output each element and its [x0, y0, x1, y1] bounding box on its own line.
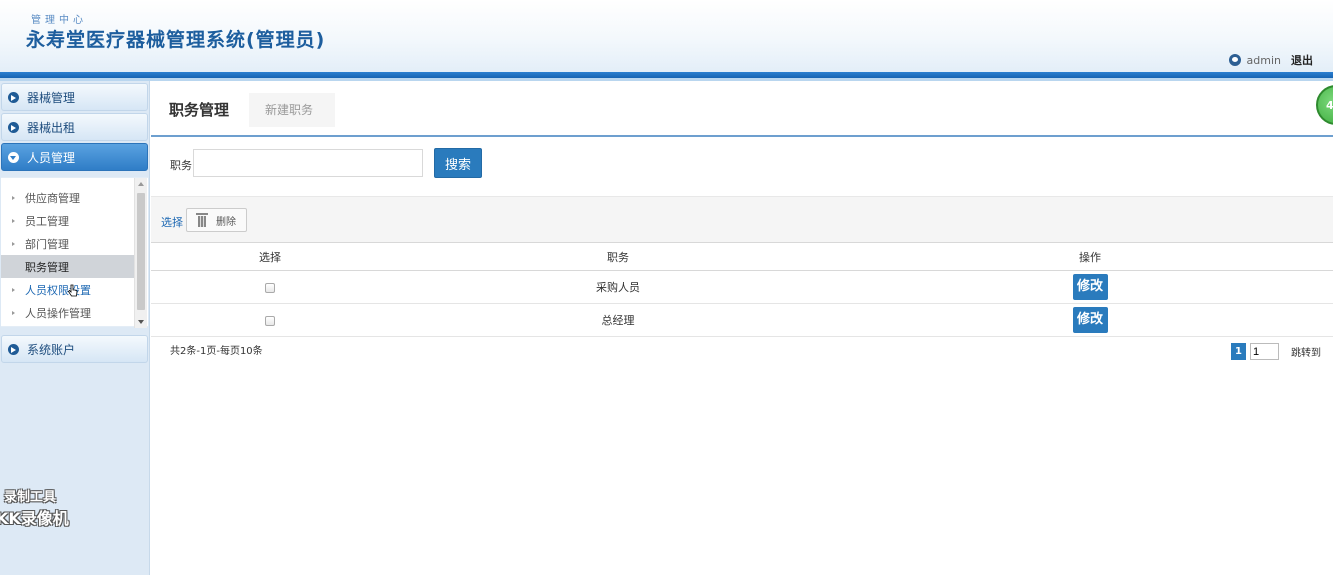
action-cell: 修改 — [847, 303, 1333, 337]
scroll-down-icon[interactable] — [138, 320, 144, 324]
sidebar-item-label: 人员权限设置 — [25, 283, 91, 297]
table-row: 总经理 修改 — [151, 303, 1333, 337]
row-select-cell — [151, 270, 389, 304]
positions-table: 选择 职务 操作 采购人员 修改 总经理 修改 — [151, 242, 1333, 337]
arrow-right-icon — [8, 91, 19, 103]
edit-button[interactable]: 修改 — [1072, 307, 1108, 333]
sidebar-item-position[interactable]: 职务管理 — [1, 255, 134, 278]
column-header-action: 操作 — [847, 242, 1333, 271]
sidebar-group-label: 系统账户 — [27, 342, 76, 357]
submenu-list: 供应商管理 员工管理 部门管理 职务管理 人员权限设置 人员操作管理 — [1, 186, 134, 324]
row-select-cell — [151, 303, 389, 337]
pagination-summary: 共2条-1页-每页10条 — [170, 346, 263, 357]
sidebar-item-label: 职务管理 — [25, 260, 69, 274]
table-toolbar: 选择 删除 — [151, 196, 1333, 242]
app-header: 管理中心 永寿堂医疗器械管理系统(管理员) admin 退出 — [0, 0, 1333, 72]
tab-new-position[interactable]: 新建职务 — [249, 93, 335, 127]
trash-icon — [196, 213, 208, 227]
position-cell: 总经理 — [389, 303, 847, 337]
column-header-position: 职务 — [389, 242, 847, 271]
logout-link[interactable]: 退出 — [1291, 52, 1313, 68]
search-button[interactable]: 搜索 — [434, 148, 482, 178]
row-checkbox[interactable] — [265, 282, 275, 293]
sidebar: 器械管理 器械出租 人员管理 供应商管理 员工管理 部门管理 职务管理 人员权限… — [0, 81, 150, 575]
bullet-icon — [12, 195, 15, 200]
tab-position-management[interactable]: 职务管理 — [151, 93, 249, 127]
page-button-current[interactable]: 1 — [1231, 343, 1246, 360]
sidebar-group-equipment[interactable]: 器械管理 — [1, 83, 148, 111]
page-jump-input[interactable] — [1250, 343, 1279, 360]
sidebar-group-system-account[interactable]: 系统账户 — [1, 335, 148, 363]
submenu-scrollbar[interactable] — [134, 178, 147, 328]
edit-button[interactable]: 修改 — [1072, 274, 1108, 300]
watermark-line1: 录制工具 — [4, 490, 57, 505]
table-row: 采购人员 修改 — [151, 270, 1333, 304]
sidebar-item-label: 人员操作管理 — [25, 306, 91, 320]
sidebar-group-personnel[interactable]: 人员管理 — [1, 143, 148, 171]
bullet-icon — [12, 287, 15, 292]
sidebar-group-label: 器械出租 — [27, 120, 76, 135]
bullet-icon — [12, 218, 15, 223]
action-cell: 修改 — [847, 270, 1333, 304]
sidebar-group-rental[interactable]: 器械出租 — [1, 113, 148, 141]
delete-label: 删除 — [216, 216, 236, 228]
position-search-input[interactable] — [193, 149, 423, 177]
personnel-submenu: 供应商管理 员工管理 部门管理 职务管理 人员权限设置 人员操作管理 — [1, 177, 148, 328]
sidebar-item-operations[interactable]: 人员操作管理 — [1, 301, 134, 324]
arrow-down-icon — [8, 151, 19, 163]
sidebar-item-label: 供应商管理 — [25, 191, 80, 205]
sidebar-group-label: 人员管理 — [27, 150, 76, 165]
watermark-line2: KK录像机 — [0, 509, 69, 528]
bullet-icon — [12, 241, 15, 246]
sidebar-item-label: 员工管理 — [25, 214, 69, 228]
sidebar-group-label: 器械管理 — [27, 90, 76, 105]
search-label: 职务 — [170, 159, 192, 172]
sidebar-item-supplier[interactable]: 供应商管理 — [1, 186, 134, 209]
sidebar-item-employee[interactable]: 员工管理 — [1, 209, 134, 232]
recorder-watermark: 录制工具 KK录像机 — [0, 486, 110, 529]
select-all-link[interactable]: 选择 — [161, 214, 183, 230]
sidebar-item-label: 部门管理 — [25, 237, 69, 251]
user-bar: admin 退出 — [1228, 52, 1313, 68]
scroll-up-icon[interactable] — [138, 182, 144, 186]
arrow-right-icon — [8, 343, 19, 355]
delete-button[interactable]: 删除 — [186, 208, 247, 232]
user-icon — [1228, 54, 1241, 66]
table-header-row: 选择 职务 操作 — [151, 242, 1333, 271]
tab-bar: 职务管理 新建职务 — [151, 91, 1333, 137]
username: admin — [1246, 53, 1281, 67]
jump-to-link[interactable]: 跳转到 — [1291, 344, 1321, 359]
row-checkbox[interactable] — [265, 315, 275, 326]
position-cell: 采购人员 — [389, 270, 847, 304]
header-subtitle: 管理中心 — [31, 15, 87, 26]
arrow-right-icon — [8, 121, 19, 133]
scroll-thumb[interactable] — [137, 193, 145, 310]
main-content: 职务管理 新建职务 职务 搜索 选择 删除 选择 职务 操作 采购人员 修改 总… — [151, 81, 1333, 575]
app-title: 永寿堂医疗器械管理系统(管理员) — [26, 29, 326, 51]
sidebar-item-department[interactable]: 部门管理 — [1, 232, 134, 255]
bullet-icon — [12, 265, 15, 269]
hand-cursor-icon — [68, 284, 78, 297]
pagination: 1 跳转到 — [1231, 343, 1321, 360]
column-header-select: 选择 — [151, 242, 389, 271]
bullet-icon — [12, 310, 15, 315]
